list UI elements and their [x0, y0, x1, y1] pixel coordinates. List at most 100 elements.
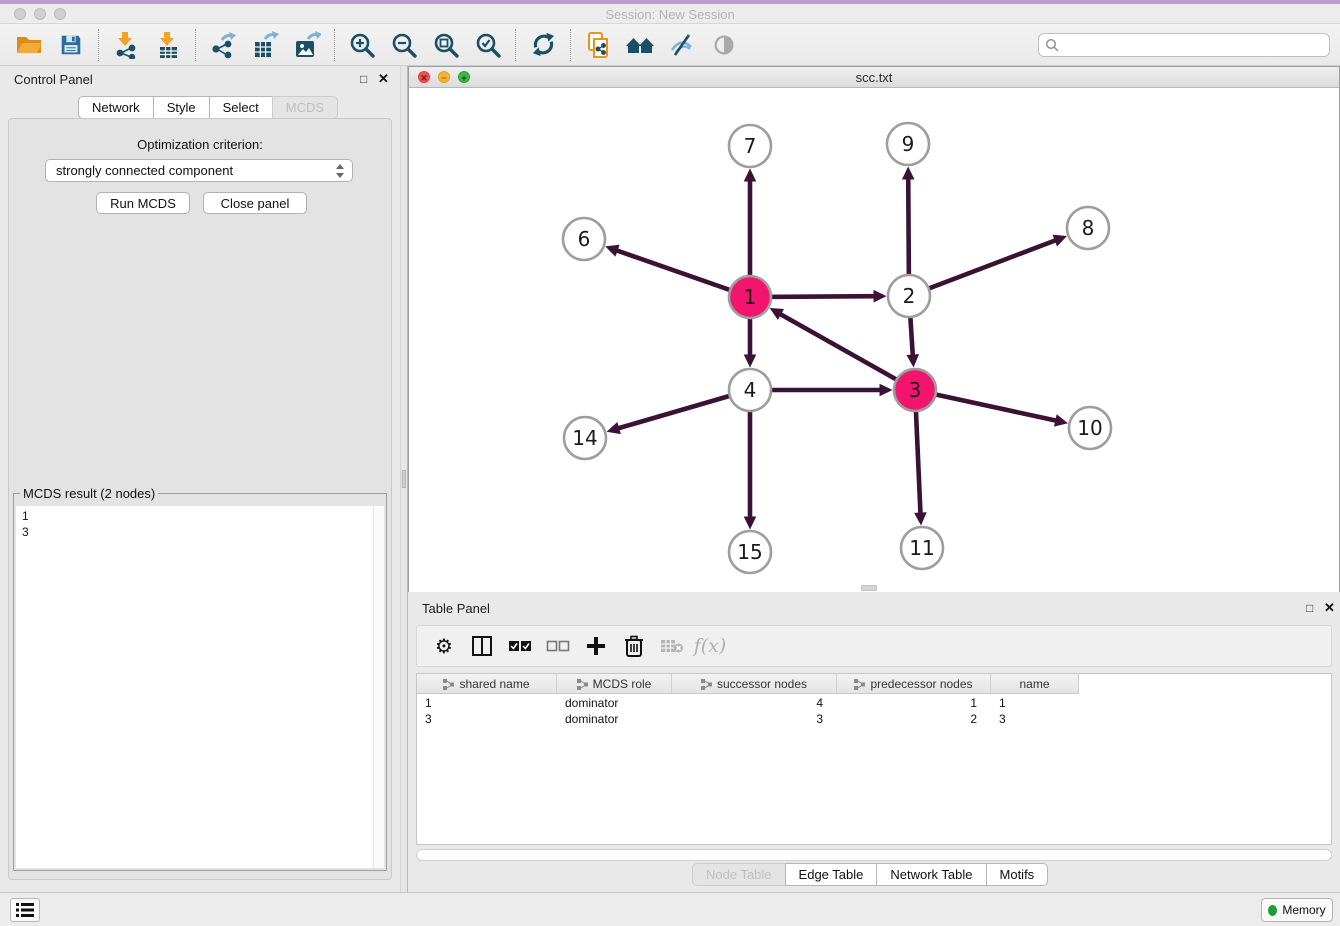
table-cell[interactable]: 3	[991, 711, 1079, 727]
graph-node-label: 6	[578, 227, 591, 251]
graph-node-label: 2	[903, 284, 916, 308]
criterion-select[interactable]: strongly connected component	[45, 159, 353, 182]
zoom-out-button[interactable]	[389, 29, 419, 61]
titlebar: Session: New Session	[0, 4, 1340, 24]
delete-table-button[interactable]	[657, 631, 687, 661]
tab-network[interactable]: Network	[78, 96, 154, 119]
import-table-button[interactable]	[153, 29, 183, 61]
save-session-button[interactable]	[56, 29, 86, 61]
column-header-MCDS-role[interactable]: MCDS role	[557, 674, 672, 694]
delete-table-icon	[660, 638, 684, 654]
export-network-button[interactable]	[208, 29, 238, 61]
graph-node-label: 15	[737, 540, 762, 564]
table-cell[interactable]: dominator	[557, 695, 672, 711]
table-row[interactable]: 1dominator411	[417, 695, 1331, 711]
graph-node-10[interactable]: 10	[1069, 407, 1111, 449]
column-header-predecessor-nodes[interactable]: predecessor nodes	[837, 674, 991, 694]
network-scrollbar-thumb[interactable]	[861, 585, 877, 591]
split-columns-button[interactable]	[467, 631, 497, 661]
column-header-shared-name[interactable]: shared name	[417, 674, 557, 694]
toolbar-separator	[98, 29, 99, 61]
tab-network-table[interactable]: Network Table	[876, 863, 986, 886]
graph-node-14[interactable]: 14	[564, 417, 606, 459]
tab-motifs[interactable]: Motifs	[986, 863, 1049, 886]
table-cell[interactable]: 1	[417, 695, 557, 711]
close-panel-icon[interactable]: ✕	[1324, 600, 1335, 616]
plus-icon	[586, 636, 606, 656]
grayed-eye-button[interactable]	[709, 29, 739, 61]
show-panels-button[interactable]	[10, 898, 40, 922]
table-row[interactable]: 3dominator323	[417, 711, 1331, 727]
table-scrollbar[interactable]	[416, 849, 1332, 861]
table-settings-button[interactable]: ⚙	[429, 631, 459, 661]
control-panel: Control Panel □ ✕ Network Style Select M…	[0, 66, 400, 892]
zoom-in-button[interactable]	[347, 29, 377, 61]
mcds-result-list[interactable]: 1 3	[16, 506, 384, 868]
graph-node-1[interactable]: 1	[729, 276, 771, 318]
export-image-button[interactable]	[292, 29, 322, 61]
tab-edge-table[interactable]: Edge Table	[785, 863, 878, 886]
graph-node-7[interactable]: 7	[729, 125, 771, 167]
table-cell[interactable]: 1	[837, 695, 991, 711]
select-all-columns-button[interactable]	[505, 631, 535, 661]
function-builder-button[interactable]: f(x)	[695, 631, 725, 661]
graph-node-4[interactable]: 4	[729, 369, 771, 411]
graph-node-11[interactable]: 11	[901, 527, 943, 569]
tab-node-table[interactable]: Node Table	[692, 863, 786, 886]
toolbar-separator	[515, 29, 516, 61]
table-panel-header: Table Panel □ ✕	[408, 599, 1340, 619]
column-header-label: name	[1019, 677, 1049, 691]
table-cell[interactable]: dominator	[557, 711, 672, 727]
splitter-handle[interactable]	[402, 470, 406, 488]
tab-mcds[interactable]: MCDS	[272, 96, 338, 119]
run-mcds-button[interactable]: Run MCDS	[96, 192, 190, 214]
graph-node-6[interactable]: 6	[563, 218, 605, 260]
open-file-button[interactable]	[14, 29, 44, 61]
graph-node-9[interactable]: 9	[887, 123, 929, 165]
memory-button[interactable]: Memory	[1261, 898, 1333, 922]
search-icon	[1045, 38, 1059, 52]
result-scrollbar[interactable]	[373, 506, 384, 868]
zoom-out-icon	[390, 31, 418, 59]
status-bar: Memory	[0, 892, 1340, 926]
graph-edge-3-1[interactable]	[779, 313, 915, 390]
network-canvas[interactable]: 7 9 6 8 1 2 4 3 14 10 15 11	[409, 88, 1339, 592]
table-cell[interactable]: 3	[417, 711, 557, 727]
import-network-button[interactable]	[111, 29, 141, 61]
graph-edge-arrowhead	[902, 166, 915, 179]
delete-column-button[interactable]	[619, 631, 649, 661]
tab-style[interactable]: Style	[153, 96, 210, 119]
graph-node-label: 7	[744, 134, 757, 158]
table-cell[interactable]: 3	[672, 711, 837, 727]
table-cell[interactable]: 4	[672, 695, 837, 711]
float-panel-icon[interactable]: □	[1306, 601, 1313, 615]
column-type-icon	[854, 679, 865, 690]
float-panel-icon[interactable]: □	[360, 72, 367, 86]
refresh-layout-button[interactable]	[528, 29, 558, 61]
zoom-selected-button[interactable]	[473, 29, 503, 61]
table-cell[interactable]: 2	[837, 711, 991, 727]
search-input[interactable]	[1038, 33, 1330, 57]
network-graph[interactable]: 7 9 6 8 1 2 4 3 14 10 15 11	[409, 88, 1339, 592]
hide-graphics-details-button[interactable]	[667, 29, 697, 61]
zoom-fit-button[interactable]	[431, 29, 461, 61]
close-panel-button[interactable]: Close panel	[203, 192, 307, 214]
table-cell[interactable]: 1	[991, 695, 1079, 711]
clone-network-button[interactable]	[583, 29, 613, 61]
graph-node-3[interactable]: 3	[894, 369, 936, 411]
column-header-name[interactable]: name	[991, 674, 1079, 694]
graph-node-label: 9	[902, 132, 915, 156]
graph-node-2[interactable]: 2	[888, 275, 930, 317]
tab-select[interactable]: Select	[209, 96, 273, 119]
add-column-button[interactable]	[581, 631, 611, 661]
graph-node-15[interactable]: 15	[729, 531, 771, 573]
unselect-all-columns-button[interactable]	[543, 631, 573, 661]
panel-splitter[interactable]	[400, 66, 408, 892]
clone-network-icon	[584, 31, 612, 59]
graph-edge-2-8[interactable]	[909, 240, 1057, 296]
column-header-successor-nodes[interactable]: successor nodes	[672, 674, 837, 694]
home-button[interactable]	[625, 29, 655, 61]
graph-node-8[interactable]: 8	[1067, 207, 1109, 249]
close-panel-icon[interactable]: ✕	[378, 71, 389, 87]
export-table-button[interactable]	[250, 29, 280, 61]
